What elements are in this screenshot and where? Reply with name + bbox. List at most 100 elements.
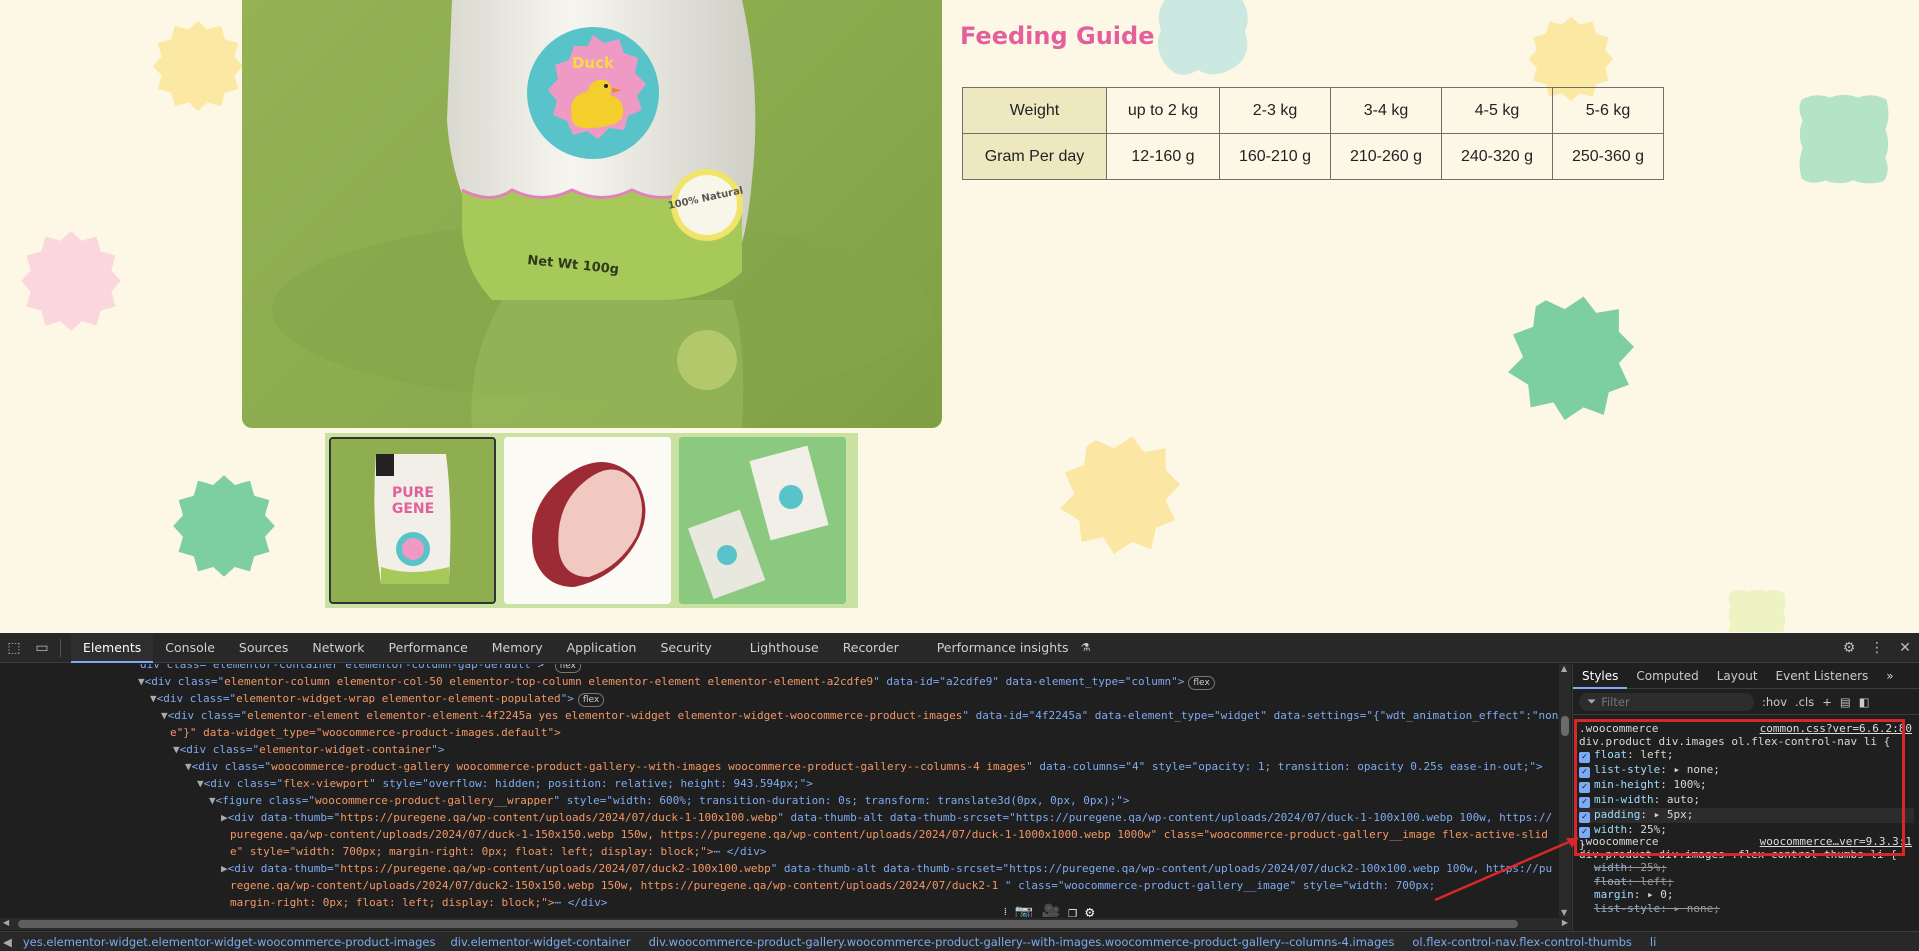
lime-blob-bottom-right [1728, 589, 1786, 632]
dom-line[interactable]: ▶<div data-thumb="https://puregene.qa/wp… [221, 809, 1552, 826]
styles-filter-input[interactable] [1601, 694, 1742, 709]
table-cell: 240-320 g [1441, 133, 1553, 180]
filter-box: ⏷ [1579, 692, 1754, 711]
yellow-blob-middle [1060, 436, 1180, 554]
camera-icon[interactable]: 📷 [1015, 903, 1034, 917]
green-blob-bottom-left [173, 475, 275, 577]
tab-styles[interactable]: Styles [1573, 664, 1628, 689]
green-square-blob [1799, 94, 1889, 184]
duck-treat-bag-illustration: Duck 100% Natural Net Wt 100g [272, 0, 932, 428]
computed-styles-icon[interactable]: ▤ [1840, 695, 1851, 709]
feeding-guide-table: Weight up to 2 kg 2-3 kg 3-4 kg 4-5 kg 5… [962, 87, 1664, 180]
inspect-element-icon[interactable]: ⬚ [0, 633, 28, 663]
tab-memory[interactable]: Memory [480, 633, 555, 663]
table-cell: 160-210 g [1219, 133, 1331, 180]
scroll-right-icon[interactable]: ▶ [1562, 918, 1568, 927]
web-page: Duck 100% Natural Net Wt 100g PURE GENE [0, 0, 1919, 632]
table-cell: up to 2 kg [1106, 87, 1220, 134]
tab-elements[interactable]: Elements [71, 632, 154, 663]
hover-state-toggle[interactable]: :hov [1762, 695, 1787, 709]
tab-network[interactable]: Network [300, 633, 376, 663]
styles-tab-bar: Styles Computed Layout Event Listeners » [1573, 664, 1919, 689]
table-cell: 250-360 g [1552, 133, 1664, 180]
dom-line[interactable]: ▼<div class="elementor-element elementor… [161, 707, 1558, 724]
table-cell: 5-6 kg [1552, 87, 1664, 134]
scroll-up-icon[interactable]: ▲ [1561, 664, 1567, 673]
red-highlight-box [1574, 719, 1905, 856]
tab-console[interactable]: Console [153, 633, 227, 663]
bag-label-text: Duck [572, 54, 615, 72]
tab-layout[interactable]: Layout [1708, 664, 1767, 689]
svg-text:PURE: PURE [392, 485, 434, 501]
table-cell: 4-5 kg [1441, 87, 1553, 134]
video-camera-icon[interactable]: 🎥 [1041, 903, 1060, 917]
toggle-sidebar-icon[interactable]: ◧ [1859, 695, 1870, 709]
copy-icon[interactable]: ❐ [1068, 903, 1077, 917]
pink-blob-left [21, 231, 121, 331]
dom-line[interactable]: ▼<div class="elementor-widget-container"… [173, 741, 445, 758]
dom-line[interactable]: ▼<div class="elementor-column elementor-… [138, 673, 1215, 690]
tab-security[interactable]: Security [648, 633, 723, 663]
thumbnail-duck-meat[interactable] [504, 437, 671, 604]
table-cell: 12-160 g [1106, 133, 1220, 180]
tab-recorder[interactable]: Recorder [831, 633, 911, 663]
device-toolbar-icon[interactable]: ▭ [28, 633, 56, 663]
tab-sources[interactable]: Sources [227, 633, 300, 663]
dom-line[interactable]: ▼<div class="elementor-widget-wrap eleme… [150, 690, 605, 707]
table-cell: 2-3 kg [1219, 87, 1331, 134]
green-blob-right [1508, 296, 1634, 420]
dom-line[interactable]: div class="elementor-container elementor… [140, 664, 581, 673]
duck-meat-icon [504, 437, 671, 604]
dom-line[interactable]: ▼<div class="woocommerce-product-gallery… [185, 758, 1543, 775]
more-tabs-icon[interactable]: » [1877, 664, 1902, 689]
tab-event-listeners[interactable]: Event Listeners [1767, 664, 1878, 689]
css-declaration[interactable]: margin: ▸ 0; [1579, 888, 1914, 902]
tab-lighthouse[interactable]: Lighthouse [724, 633, 831, 663]
tab-computed[interactable]: Computed [1627, 664, 1707, 689]
dom-line[interactable]: e"}" data-widget_type="woocommerce-produ… [170, 724, 561, 741]
class-toggle[interactable]: .cls [1795, 695, 1814, 709]
dom-line[interactable]: e" style="width: 700px; margin-right: 0p… [230, 843, 766, 860]
scroll-left-icon[interactable]: ◀ [3, 918, 9, 927]
dom-line[interactable]: margin-right: 0px; float: left; display:… [230, 894, 608, 911]
dom-line[interactable]: ▶<div data-thumb="https://puregene.qa/wp… [221, 860, 1552, 877]
dom-line[interactable]: ▼<div class="flex-viewport" style="overf… [197, 775, 813, 792]
breadcrumb-item[interactable]: div.woocommerce-product-gallery.woocomme… [640, 935, 1404, 949]
red-arrow-icon [1434, 836, 1579, 902]
new-rule-icon[interactable]: + [1822, 695, 1832, 709]
scrollbar-thumb[interactable] [18, 920, 1518, 928]
toolbar-divider [60, 638, 61, 657]
product-main-image[interactable]: Duck 100% Natural Net Wt 100g [242, 0, 942, 428]
drag-handle-icon[interactable]: ⁞ [1004, 907, 1007, 918]
dom-line[interactable]: puregene.qa/wp-content/uploads/2024/07/d… [230, 826, 1548, 843]
breadcrumb-item[interactable]: yes.elementor-widget.elementor-widget-wo… [15, 935, 445, 949]
elements-dom-tree[interactable]: div class="elementor-container elementor… [0, 664, 1559, 917]
breadcrumb-item[interactable]: div.elementor-widget-container [445, 935, 640, 949]
table-cell: 210-260 g [1330, 133, 1442, 180]
more-options-icon[interactable]: ⋮ [1863, 633, 1891, 663]
gear-icon[interactable]: ⚙ [1835, 633, 1863, 663]
css-declaration-overridden[interactable]: list-style: ▸ none; [1579, 902, 1914, 916]
close-icon[interactable]: ✕ [1891, 633, 1919, 663]
teal-blob-top [1157, 0, 1248, 75]
styles-filter-bar: ⏷ :hov .cls + ▤ ◧ [1573, 689, 1919, 715]
tab-application[interactable]: Application [555, 633, 649, 663]
thumbnail-bag-front[interactable]: PURE GENE [329, 437, 496, 604]
breadcrumb-left-icon[interactable]: ◀ [0, 935, 15, 949]
breadcrumb-item[interactable]: li [1641, 935, 1665, 949]
scroll-down-icon[interactable]: ▼ [1561, 908, 1567, 917]
css-declaration-overridden[interactable]: float: left; [1579, 875, 1914, 889]
css-declaration-overridden[interactable]: width: 25%; [1579, 861, 1914, 875]
dom-line[interactable]: ▼<figure class="woocommerce-product-gall… [209, 792, 1130, 809]
tab-performance[interactable]: Performance [377, 633, 480, 663]
yellow-blob-top-left [152, 20, 244, 112]
table-cell: Weight [962, 87, 1107, 134]
screen-capture-toolbar: ⁞ 📷 🎥 ❐ ⚙ [1000, 901, 1099, 918]
settings-gear-icon[interactable]: ⚙ [1085, 903, 1094, 917]
tab-performance-insights[interactable]: Performance insights [911, 633, 1081, 663]
scrollbar-thumb[interactable] [1561, 716, 1569, 736]
elements-horizontal-scrollbar[interactable]: ◀ ▶ [0, 918, 1571, 930]
thumbnail-two-bags[interactable] [679, 437, 846, 604]
breadcrumb-item[interactable]: ol.flex-control-nav.flex-control-thumbs [1403, 935, 1641, 949]
dom-line[interactable]: regene.qa/wp-content/uploads/2024/07/duc… [230, 877, 1435, 894]
